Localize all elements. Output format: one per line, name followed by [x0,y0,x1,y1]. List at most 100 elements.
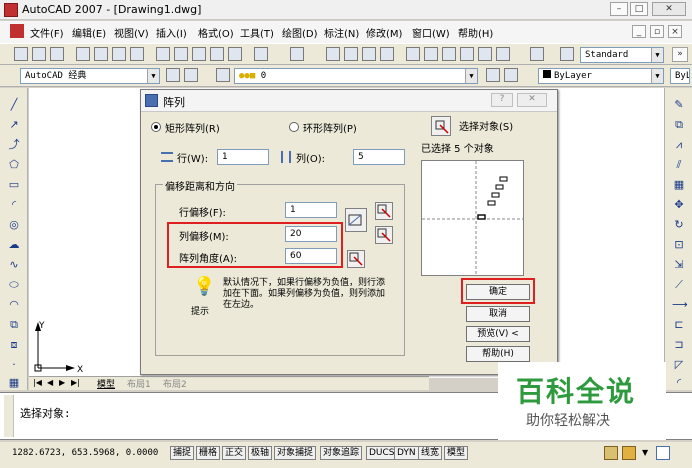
layer-previous-icon[interactable] [504,68,518,82]
array-angle-input[interactable]: 60 [285,248,337,264]
array-icon[interactable]: ▦ [672,178,686,192]
sheet-set-icon[interactable] [460,47,474,61]
open-icon[interactable] [32,47,46,61]
lineweight-toggle[interactable]: 线宽 [418,446,443,460]
select-objects-button[interactable] [431,116,451,136]
move-icon[interactable]: ✥ [672,198,686,212]
tab-last-button[interactable]: ▶| [71,378,80,387]
autocad-app-icon[interactable] [4,3,18,17]
menu-help[interactable]: 帮助(H) [458,25,493,40]
document-icon[interactable] [10,24,24,38]
markup-icon[interactable] [478,47,492,61]
ellipse-arc-icon[interactable]: ◠ [7,298,21,312]
circle-icon[interactable]: ◎ [7,218,21,232]
paste-icon[interactable] [192,47,206,61]
model-toggle[interactable]: 模型 [444,446,469,460]
osnap-toggle[interactable]: 对象捕捉 [274,446,317,460]
save-workspace-icon[interactable] [184,68,198,82]
doc-close-button[interactable]: × [668,25,682,38]
radio-polar[interactable] [289,122,299,132]
preview-button[interactable]: 预览(V) < [466,326,530,342]
design-center-icon[interactable] [424,47,438,61]
pick-column-offset-button[interactable] [375,226,393,244]
tab-prev-button[interactable]: ◀ [47,378,53,387]
workspace-settings-icon[interactable] [166,68,180,82]
zoom-window-icon[interactable] [362,47,376,61]
zoom-previous-icon[interactable] [380,47,394,61]
rotate-icon[interactable]: ↻ [672,218,686,232]
properties-icon[interactable] [406,47,420,61]
tab-next-button[interactable]: ▶ [59,378,65,387]
hatch-icon[interactable]: ▦ [7,376,21,390]
maximize-button[interactable]: □ [630,2,648,16]
menu-modify[interactable]: 修改(M) [366,25,402,40]
trim-icon[interactable]: ⟋ [672,278,686,292]
communication-center-icon[interactable] [604,446,618,460]
pan-icon[interactable] [326,47,340,61]
fillet-icon[interactable]: ◜ [672,376,686,390]
tab-layout2[interactable]: 布局2 [163,377,187,390]
break-icon[interactable]: ⊏ [672,318,686,332]
print-icon[interactable] [76,47,90,61]
rows-input[interactable]: 1 [217,149,269,165]
text-style-combo[interactable]: Standard ▼ [580,47,664,63]
menu-file[interactable]: 文件(F) [30,25,64,40]
menu-insert[interactable]: 插入(I) [156,25,187,40]
rectangle-icon[interactable]: ▭ [7,178,21,192]
ortho-toggle[interactable]: 正交 [222,446,247,460]
make-block-icon[interactable]: ⧈ [7,338,21,352]
dyn-toggle[interactable]: DYN [394,446,419,460]
radio-rectangular[interactable] [151,122,161,132]
ellipse-icon[interactable]: ⬭ [7,278,21,292]
match-properties-icon[interactable] [210,47,224,61]
color-combo[interactable]: ByLayer ▼ [538,68,664,84]
publish-icon[interactable] [112,47,126,61]
minimize-button[interactable]: – [610,2,628,16]
erase-icon[interactable]: ✎ [672,98,686,112]
menu-dimension[interactable]: 标注(N) [324,25,359,40]
row-offset-input[interactable]: 1 [285,202,337,218]
layer-manager-icon[interactable] [216,68,230,82]
close-button[interactable]: ✕ [652,2,686,16]
dialog-close-button[interactable]: ✕ [517,93,547,107]
polygon-icon[interactable]: ⬠ [7,158,21,172]
plot-preview-icon[interactable] [94,47,108,61]
select-objects-label[interactable]: 选择对象(S) [459,118,513,133]
status-menu-chevron-icon[interactable]: ▼ [642,448,648,457]
construction-line-icon[interactable]: ↗ [7,118,21,132]
insert-block-icon[interactable]: ⧉ [7,318,21,332]
cut-icon[interactable] [156,47,170,61]
radio-rectangular-label[interactable]: 矩形阵列(R) [165,120,220,135]
toolbar-overflow-button[interactable]: » [672,47,688,62]
coordinates-readout[interactable]: 1282.6723, 653.5968, 0.0000 [12,448,158,458]
point-icon[interactable]: · [7,358,21,372]
polar-toggle[interactable]: 极轴 [248,446,273,460]
doc-restore-button[interactable]: ▫ [650,25,664,38]
pick-angle-button[interactable] [347,250,365,268]
pick-row-offset-button[interactable] [375,202,393,220]
menu-draw[interactable]: 绘图(D) [282,25,318,40]
snap-toggle[interactable]: 捕捉 [170,446,195,460]
ducs-toggle[interactable]: DUCS [366,446,398,460]
layer-combo[interactable]: ●●■ 0 ▼ [234,68,478,84]
spline-icon[interactable]: ∿ [7,258,21,272]
save-icon[interactable] [50,47,64,61]
chamfer-icon[interactable]: ◸ [672,358,686,372]
new-icon[interactable] [14,47,28,61]
doc-minimize-button[interactable]: _ [632,25,646,38]
clean-screen-icon[interactable] [656,446,670,460]
tab-model[interactable]: 模型 [97,377,115,390]
menu-view[interactable]: 视图(V) [114,25,149,40]
text-style-icon[interactable] [560,47,574,61]
column-offset-input[interactable]: 20 [285,226,337,242]
help-icon[interactable] [530,47,544,61]
join-icon[interactable]: ⊐ [672,338,686,352]
line-icon[interactable]: ╱ [7,98,21,112]
ok-button[interactable]: 确定 [466,284,530,300]
3d-dwf-icon[interactable] [130,47,144,61]
lock-ui-icon[interactable] [622,446,636,460]
linetype-combo[interactable]: ByLayer [670,68,690,84]
extend-icon[interactable]: ⟶ [672,298,688,312]
stretch-icon[interactable]: ⇲ [672,258,686,272]
menu-tools[interactable]: 工具(T) [240,25,274,40]
